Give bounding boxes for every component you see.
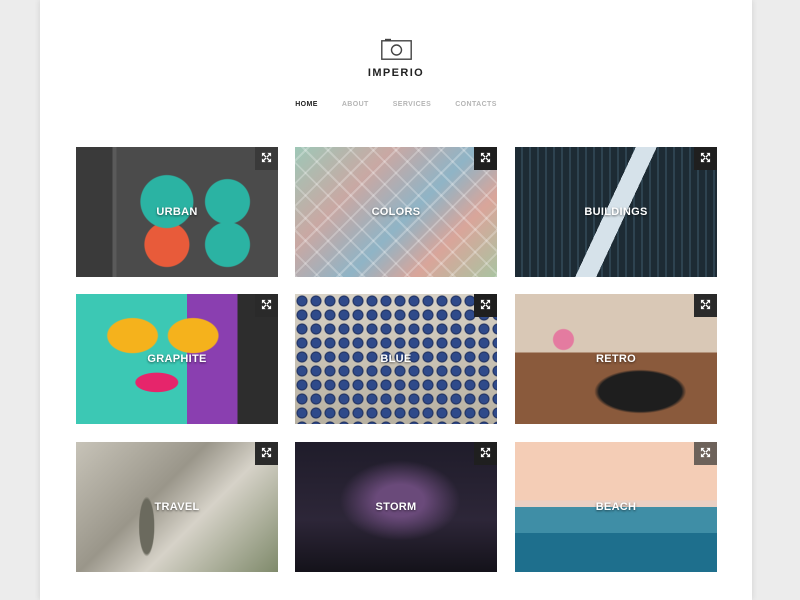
expand-icon bbox=[480, 445, 491, 463]
expand-button[interactable] bbox=[255, 147, 278, 170]
nav-item-services[interactable]: SERVICES bbox=[381, 101, 443, 108]
camera-icon bbox=[380, 38, 412, 60]
tile-label: RETRO bbox=[596, 353, 636, 365]
page: IMPERIO HOME ABOUT SERVICES CONTACTS URB… bbox=[40, 0, 752, 600]
gallery-tile-storm[interactable]: STORM bbox=[295, 442, 497, 572]
expand-button[interactable] bbox=[694, 442, 717, 465]
expand-button[interactable] bbox=[474, 442, 497, 465]
expand-button[interactable] bbox=[474, 147, 497, 170]
tile-label: TRAVEL bbox=[154, 501, 200, 513]
tile-label: BLUE bbox=[380, 353, 412, 365]
tile-label: BUILDINGS bbox=[584, 206, 648, 218]
nav-item-home[interactable]: HOME bbox=[283, 101, 330, 108]
expand-icon bbox=[261, 297, 272, 315]
expand-button[interactable] bbox=[474, 294, 497, 317]
gallery-tile-retro[interactable]: RETRO bbox=[515, 294, 717, 424]
gallery-tile-graphite[interactable]: GRAPHITE bbox=[76, 294, 278, 424]
expand-icon bbox=[700, 297, 711, 315]
tile-label: URBAN bbox=[156, 206, 198, 218]
gallery-tile-travel[interactable]: TRAVEL bbox=[76, 442, 278, 572]
gallery-tile-blue[interactable]: BLUE bbox=[295, 294, 497, 424]
gallery-tile-colors[interactable]: COLORS bbox=[295, 147, 497, 277]
expand-icon bbox=[700, 445, 711, 463]
brand-name: IMPERIO bbox=[367, 67, 425, 79]
expand-icon bbox=[261, 150, 272, 168]
gallery-tile-urban[interactable]: URBAN bbox=[76, 147, 278, 277]
nav-item-about[interactable]: ABOUT bbox=[330, 101, 381, 108]
gallery-tile-beach[interactable]: BEACH bbox=[515, 442, 717, 572]
expand-button[interactable] bbox=[255, 442, 278, 465]
brand[interactable]: IMPERIO bbox=[40, 38, 752, 79]
expand-icon bbox=[480, 150, 491, 168]
tile-label: BEACH bbox=[595, 501, 637, 513]
expand-button[interactable] bbox=[255, 294, 278, 317]
tile-label: STORM bbox=[375, 501, 417, 513]
tile-label: COLORS bbox=[371, 206, 421, 218]
expand-button[interactable] bbox=[694, 147, 717, 170]
expand-button[interactable] bbox=[694, 294, 717, 317]
expand-icon bbox=[261, 445, 272, 463]
expand-icon bbox=[700, 150, 711, 168]
tile-label: GRAPHITE bbox=[147, 353, 207, 365]
nav-item-contacts[interactable]: CONTACTS bbox=[443, 101, 509, 108]
main-nav: HOME ABOUT SERVICES CONTACTS bbox=[40, 101, 752, 108]
gallery-tile-buildings[interactable]: BUILDINGS bbox=[515, 147, 717, 277]
expand-icon bbox=[480, 297, 491, 315]
